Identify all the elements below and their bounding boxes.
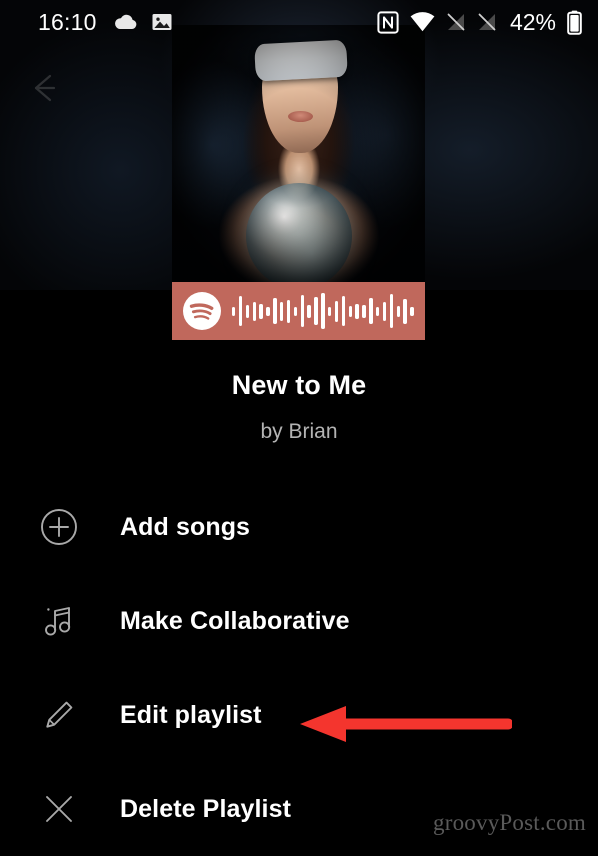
close-x-icon [36,786,82,832]
spotify-code[interactable] [172,282,425,340]
code-bar [238,296,243,326]
code-bar [286,299,291,323]
code-bar [300,295,304,327]
menu-item-delete-playlist[interactable]: Delete Playlist [0,762,598,856]
code-bar [382,301,387,321]
playlist-owner: by Brian [260,420,338,443]
music-notes-icon [36,598,82,644]
code-bar [369,298,373,324]
code-bar [321,293,325,329]
spotify-code-bars [232,291,414,331]
back-arrow-icon [34,74,56,102]
code-bar [376,306,380,316]
watermark: groovyPost.com [433,810,586,835]
menu-item-label: Delete Playlist [120,794,292,823]
code-bar [314,297,318,325]
menu-item-label: Make Collaborative [120,606,350,635]
code-bar [410,306,414,316]
playlist-title: New to Me [231,370,367,400]
menu-item-label: Edit playlist [120,700,262,729]
code-bar [245,304,250,318]
code-bar [403,298,407,324]
code-bar [389,294,394,328]
code-bar [280,301,284,321]
code-bar [355,303,359,319]
code-bar [293,306,298,316]
code-bar [396,305,401,317]
menu-item-label: Add songs [120,512,251,541]
playlist-options-menu: Add songs Make Collaborative Edit playli… [0,480,598,856]
code-bar [348,305,352,317]
code-bar [232,306,236,316]
pencil-icon [36,692,82,738]
playlist-hero [0,0,598,290]
spotify-logo-icon [183,292,221,330]
menu-item-add-songs[interactable]: Add songs [0,480,598,574]
code-bar [307,304,311,318]
menu-item-edit-playlist[interactable]: Edit playlist [0,668,598,762]
code-bar [252,301,256,321]
album-art-image [172,25,425,282]
code-bar [334,300,339,322]
code-bar [362,304,366,318]
code-bar [266,306,270,316]
code-bar [328,306,332,316]
code-bar [259,303,263,319]
menu-item-make-collaborative[interactable]: Make Collaborative [0,574,598,668]
code-bar [273,298,277,324]
album-art-vignette [172,25,425,282]
back-button[interactable] [24,68,64,108]
phone-screen: New to Me by Brian Add songs Make Collab… [0,0,598,856]
code-bar [341,296,346,326]
plus-circle-icon [36,504,82,550]
